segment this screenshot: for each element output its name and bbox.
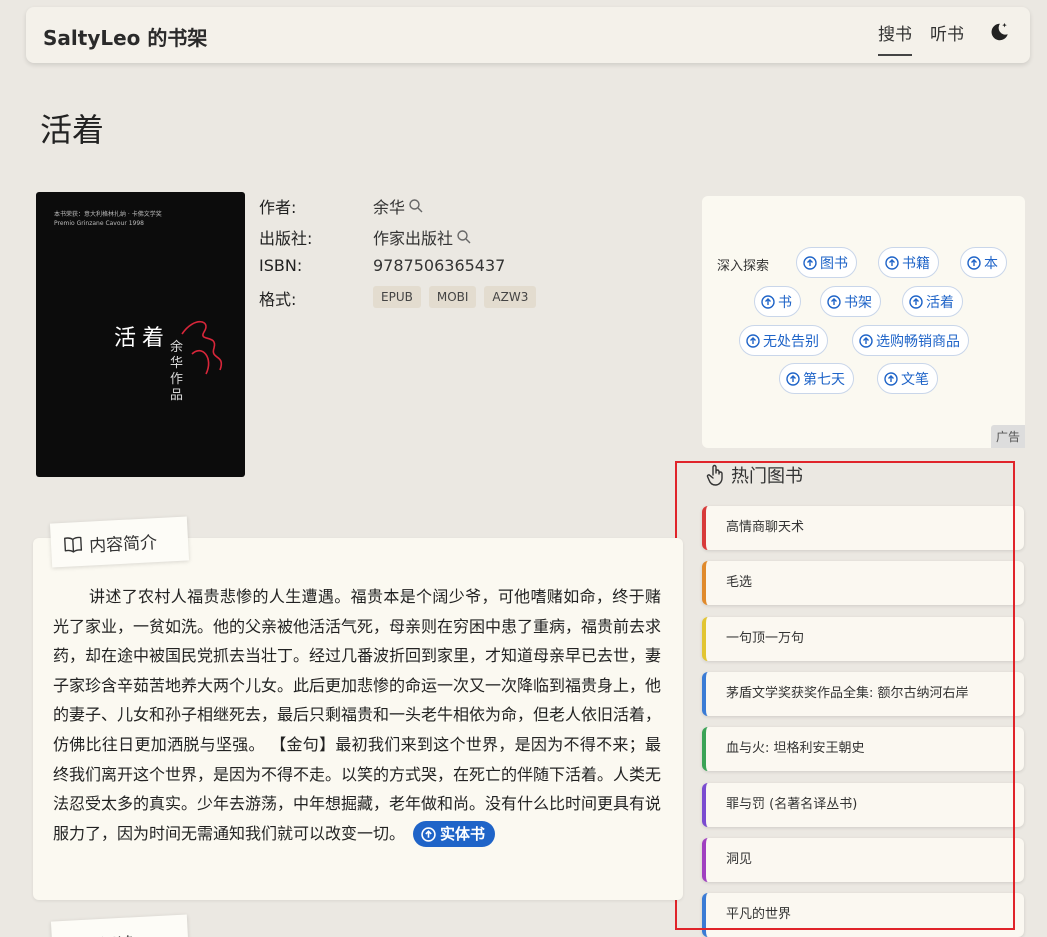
isbn-value: 9787506365437 (373, 256, 506, 275)
search-icon[interactable] (456, 229, 472, 245)
ad-explore-box: 深入探索 图书 书籍 本 书 书架 活着 无处告别 选购畅销商品 第七天 文笔 … (702, 196, 1025, 448)
hot-book-item[interactable]: 平凡的世界 (702, 893, 1024, 937)
arrow-circle-icon (909, 294, 923, 309)
cover-title: 活着 (114, 326, 171, 351)
format-list: EPUB MOBI AZW3 (373, 286, 537, 308)
author-link[interactable]: 余华 (373, 194, 405, 218)
format-badge-azw3[interactable]: AZW3 (484, 286, 537, 308)
intro-text: 讲述了农村人福贵悲惨的人生遭遇。福贵本是个阔少爷，可他嗜赌如命，终于赌光了家业，… (53, 582, 661, 848)
arrow-circle-icon (827, 294, 841, 309)
publisher-label: 出版社: (259, 229, 313, 248)
explore-chip[interactable]: 第七天 (779, 363, 854, 394)
arrow-circle-icon (859, 333, 873, 348)
explore-chip[interactable]: 书籍 (878, 247, 939, 278)
book-cover: 本书荣获：意大利格林扎纳 · 卡佛文学奖 Premio Grinzane Cav… (36, 192, 245, 477)
arrow-circle-icon (761, 294, 775, 309)
hot-book-item[interactable]: 洞见 (702, 838, 1024, 882)
cover-author: 余华作品 (170, 340, 184, 403)
buy-physical-book-button[interactable]: 实体书 (413, 821, 496, 848)
author-value[interactable]: 余华 (373, 194, 424, 218)
pointing-hand-icon (706, 464, 723, 486)
explore-chip[interactable]: 活着 (902, 286, 963, 317)
format-label: 格式: (259, 290, 297, 309)
nav-link-search[interactable]: 搜书 (878, 20, 912, 56)
similar-reading-tab: 相似阅读 (50, 914, 190, 937)
hot-book-item[interactable]: 茅盾文学奖获奖作品全集: 额尔古纳河右岸 (702, 672, 1024, 716)
hot-book-item[interactable]: 罪与罚 (名著名译丛书) (702, 783, 1024, 827)
format-badge-epub[interactable]: EPUB (373, 286, 421, 308)
cover-award-text: 本书荣获：意大利格林扎纳 · 卡佛文学奖 Premio Grinzane Cav… (54, 211, 162, 227)
hot-books-heading: 热门图书 (706, 462, 803, 488)
explore-chip[interactable]: 图书 (796, 247, 857, 278)
arrow-circle-icon (885, 255, 899, 270)
arrow-circle-icon (746, 333, 760, 348)
explore-chip[interactable]: 无处告别 (739, 325, 828, 356)
dark-mode-toggle-icon[interactable] (988, 21, 1010, 43)
explore-chip[interactable]: 书架 (820, 286, 881, 317)
ad-tag: 广告 (990, 425, 1025, 448)
open-book-icon (64, 536, 83, 553)
nav-link-listen[interactable]: 听书 (930, 20, 964, 54)
explore-chip[interactable]: 选购畅销商品 (852, 325, 969, 356)
arrow-circle-icon (421, 827, 436, 842)
explore-chip[interactable]: 本 (960, 247, 1007, 278)
isbn-label: ISBN: (259, 256, 303, 275)
arrow-circle-icon (967, 255, 981, 270)
top-navbar: SaltyLeo 的书架 搜书 听书 (26, 7, 1030, 63)
search-icon[interactable] (408, 198, 424, 214)
publisher-link[interactable]: 作家出版社 (373, 225, 453, 249)
site-brand[interactable]: SaltyLeo 的书架 (43, 22, 207, 51)
ad-explore-label: 深入探索 (717, 259, 770, 274)
explore-chip[interactable]: 文笔 (877, 363, 938, 394)
arrow-circle-icon (803, 255, 817, 270)
format-badge-mobi[interactable]: MOBI (428, 286, 477, 308)
explore-chip[interactable]: 书 (754, 286, 801, 317)
intro-tab: 内容简介 (49, 516, 190, 568)
hot-book-item[interactable]: 血与火: 坦格利安王朝史 (702, 727, 1024, 771)
arrow-circle-icon (786, 371, 800, 386)
author-label: 作者: (259, 198, 297, 217)
arrow-circle-icon (884, 371, 898, 386)
hot-book-item[interactable]: 高情商聊天术 (702, 506, 1024, 550)
publisher-value[interactable]: 作家出版社 (373, 225, 472, 249)
hot-book-item[interactable]: 一句顶一万句 (702, 617, 1024, 661)
page-title: 活着 (40, 111, 105, 149)
hot-book-item[interactable]: 毛选 (702, 561, 1024, 605)
